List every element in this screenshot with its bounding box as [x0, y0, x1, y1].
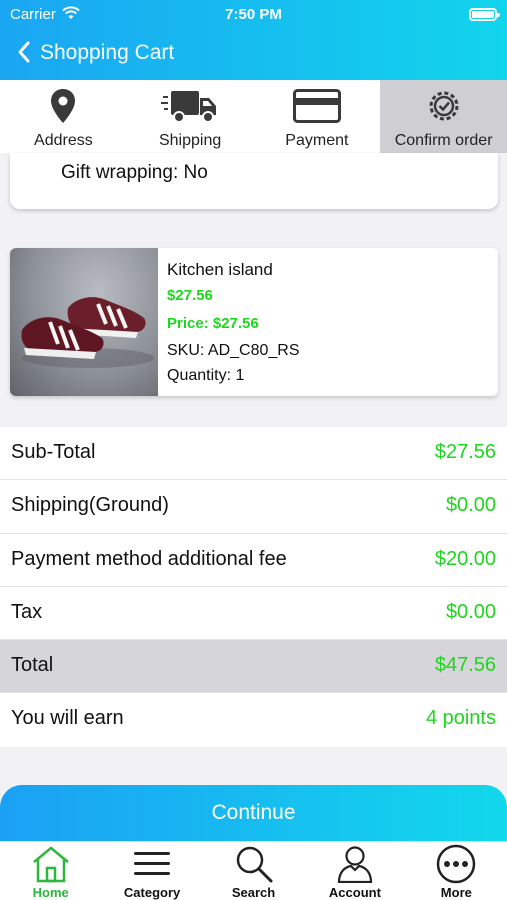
bottom-tab-bar: Home Category Search Account More: [0, 841, 507, 900]
step-shipping[interactable]: Shipping: [127, 80, 254, 153]
reward-points-row: You will earn 4 points: [0, 693, 507, 746]
continue-button[interactable]: Continue: [0, 785, 507, 841]
step-payment[interactable]: Payment: [254, 80, 381, 153]
shipping-row: Shipping(Ground) $0.00: [0, 480, 507, 534]
subtotal-row: Sub-Total $27.56: [0, 427, 507, 481]
row-label: Shipping(Ground): [11, 494, 169, 517]
row-label: Sub-Total: [11, 441, 96, 463]
gift-wrapping-text: Gift wrapping: No: [61, 162, 208, 183]
app-header: Carrier 7:50 PM Shopping Cart: [0, 0, 507, 80]
product-price: $27.56: [167, 287, 213, 304]
row-value: $0.00: [445, 494, 496, 517]
tab-label: Search: [231, 885, 276, 900]
total-row: Total $47.56: [0, 640, 507, 694]
tab-label: Account: [328, 885, 381, 900]
more-dots-icon: [406, 844, 507, 884]
product-image: [10, 248, 158, 396]
search-icon: [203, 844, 304, 884]
row-value: $47.56: [434, 654, 496, 677]
step-label: Confirm order: [394, 132, 493, 149]
tab-label: Home: [32, 885, 69, 900]
product-sku: SKU: AD_C80_RS: [167, 342, 300, 359]
row-value: $20.00: [434, 547, 496, 570]
step-confirm-order[interactable]: Confirm order: [380, 80, 507, 153]
location-pin-icon: [0, 86, 127, 126]
product-card[interactable]: Kitchen island $27.56 Price: $27.56 SKU:…: [10, 248, 498, 396]
credit-card-icon: [254, 86, 381, 126]
battery-icon: [469, 8, 500, 21]
step-label: Shipping: [158, 132, 222, 149]
tab-label: Category: [123, 885, 181, 900]
row-label: You will earn: [11, 707, 124, 730]
product-quantity: Quantity: 1: [167, 367, 245, 384]
tab-label: More: [440, 885, 472, 900]
row-value: 4 points: [425, 707, 496, 730]
row-label: Payment method additional fee: [11, 547, 287, 570]
step-label: Payment: [285, 132, 349, 149]
order-totals: Sub-Total $27.56 Shipping(Ground) $0.00 …: [0, 427, 507, 747]
row-label: Tax: [11, 600, 43, 623]
gift-wrapping-card: Gift wrapping: No: [10, 153, 498, 209]
tab-more[interactable]: More: [406, 842, 507, 900]
tab-account[interactable]: Account: [304, 842, 405, 900]
back-chevron-icon[interactable]: [12, 38, 40, 66]
truck-icon: [127, 86, 254, 126]
step-label: Address: [34, 132, 93, 149]
menu-lines-icon: [101, 844, 202, 884]
status-bar: Carrier 7:50 PM: [0, 4, 507, 24]
tab-search[interactable]: Search: [203, 842, 304, 900]
status-time: 7:50 PM: [225, 6, 282, 23]
tax-row: Tax $0.00: [0, 587, 507, 641]
tab-home[interactable]: Home: [0, 842, 101, 900]
product-name[interactable]: Kitchen island: [167, 260, 273, 280]
tab-category[interactable]: Category: [101, 842, 202, 900]
checkout-steps: Address Shipping Payment Confirm order: [0, 80, 507, 153]
page-title: Shopping Cart: [40, 41, 175, 64]
payment-fee-row: Payment method additional fee $20.00: [0, 534, 507, 587]
home-icon: [0, 844, 101, 884]
row-value: $27.56: [434, 441, 496, 463]
step-address[interactable]: Address: [0, 80, 127, 153]
check-badge-icon: [380, 86, 507, 126]
row-value: $0.00: [445, 600, 496, 623]
product-price-line: Price: $27.56: [167, 315, 259, 332]
user-icon: [304, 844, 405, 884]
row-label: Total: [11, 654, 54, 677]
